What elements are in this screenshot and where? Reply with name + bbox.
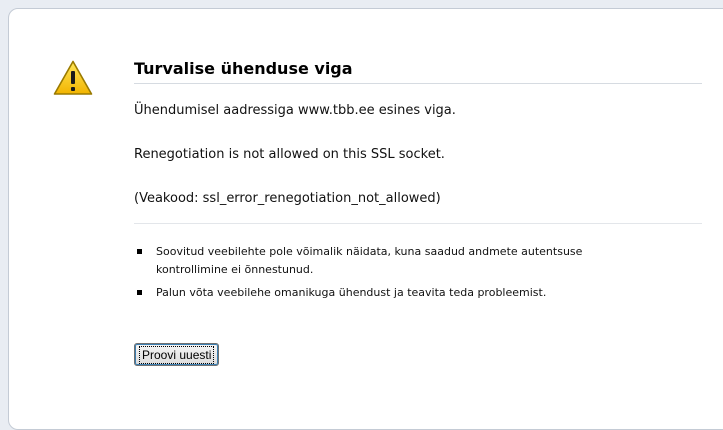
- error-page-container: Turvalise ühenduse viga Ühendumisel aadr…: [8, 8, 723, 430]
- warning-icon: [53, 60, 93, 95]
- bullet-icon: [137, 290, 142, 295]
- retry-button-label: Proovi uuesti: [138, 345, 215, 364]
- bullet-icon: [137, 249, 142, 254]
- suggestion-text: Soovitud veebilehte pole võimalik näidat…: [156, 245, 583, 276]
- error-detail-message: Renegotiation is not allowed on this SSL…: [134, 147, 445, 162]
- list-item: Soovitud veebilehte pole võimalik näidat…: [134, 243, 654, 279]
- divider: [134, 223, 702, 224]
- error-suggestions-list: Soovitud veebilehte pole võimalik näidat…: [134, 243, 654, 307]
- suggestion-text: Palun võta veebilehe omanikuga ühendust …: [156, 286, 547, 299]
- retry-button[interactable]: Proovi uuesti: [134, 343, 220, 366]
- error-address-message: Ühendumisel aadressiga www.tbb.ee esines…: [134, 103, 456, 118]
- list-item: Palun võta veebilehe omanikuga ühendust …: [134, 284, 654, 302]
- error-code: (Veakood: ssl_error_renegotiation_not_al…: [134, 191, 441, 206]
- error-title: Turvalise ühenduse viga: [134, 59, 702, 84]
- page: Turvalise ühenduse viga Ühendumisel aadr…: [0, 0, 723, 430]
